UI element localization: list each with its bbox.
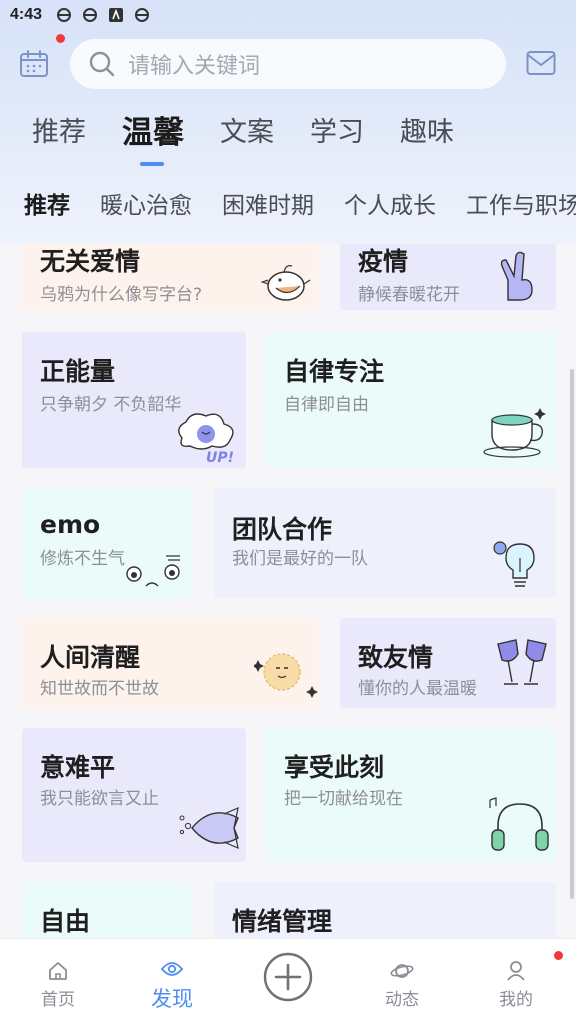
topic-card[interactable]: 自由 [22, 882, 192, 938]
subtab-growth[interactable]: 个人成长 [344, 188, 436, 224]
tab-study[interactable]: 学习 [310, 112, 364, 162]
main-tabs: 推荐 温馨 文案 学习 趣味 [32, 112, 490, 166]
card-subtitle: 静候春暖花开 [358, 285, 460, 305]
card-subtitle: 把一切献给现在 [284, 789, 403, 809]
card-title: 疫情 [358, 247, 409, 276]
card-subtitle: 乌鸦为什么像写字台? [40, 285, 203, 305]
card-title: 正能量 [40, 357, 116, 386]
fish-icon [179, 806, 239, 850]
teacup-icon [483, 408, 546, 458]
card-title: emo [40, 510, 101, 539]
topic-card[interactable]: 正能量 只争朝夕 不负韶华 UP! [22, 332, 246, 468]
search-placeholder: 请输入关键词 [128, 54, 261, 79]
tab-copywriting[interactable]: 文案 [220, 112, 274, 162]
notification-dot [56, 34, 65, 43]
browser-icon [82, 7, 98, 23]
lightbulb-icon [493, 541, 535, 587]
nav-feed[interactable]: 动态 [362, 939, 442, 1024]
tab-indicator [140, 162, 164, 166]
up-cloud-icon: UP! [178, 413, 234, 466]
subtab-healing[interactable]: 暖心治愈 [100, 188, 192, 224]
topic-card[interactable]: 意难平 我只能欲言又止 [22, 728, 246, 862]
sub-tabs: 推荐 暖心治愈 困难时期 个人成长 工作与职场 [24, 188, 576, 224]
topic-card[interactable]: 疫情 静候春暖花开 [340, 244, 556, 310]
svg-text:UP!: UP! [206, 450, 234, 466]
subtab-work[interactable]: 工作与职场 [466, 188, 576, 224]
scrollbar[interactable] [570, 369, 574, 899]
topic-card[interactable]: 享受此刻 把一切献给现在 [266, 728, 556, 862]
plus-circle-icon [263, 952, 313, 1002]
browser-icon [56, 7, 72, 23]
home-icon [49, 962, 67, 980]
app-icon [108, 7, 124, 23]
card-subtitle: 知世故而不世故 [40, 679, 159, 699]
card-title: 意难平 [40, 753, 116, 782]
calendar-button[interactable] [18, 48, 50, 80]
tab-warm[interactable]: 温馨 [122, 112, 184, 166]
card-subtitle: 自律即自由 [284, 395, 369, 415]
card-subtitle: 我们是最好的一队 [232, 549, 368, 569]
nav-label: 我的 [499, 990, 533, 1010]
card-title: 人间清醒 [40, 643, 141, 672]
topic-card[interactable]: 无关爱情 乌鸦为什么像写字台? [22, 244, 318, 310]
search-icon [89, 51, 115, 77]
planet-icon [390, 964, 414, 978]
card-title: 享受此刻 [284, 753, 385, 782]
user-icon [507, 961, 525, 981]
status-bar: 4:43 [0, 0, 576, 30]
topic-card[interactable]: emo 修炼不生气 [22, 488, 192, 598]
topic-card[interactable]: 人间清醒 知世故而不世故 [22, 618, 318, 708]
card-title: 无关爱情 [40, 247, 141, 276]
card-title: 自由 [40, 907, 91, 936]
create-post-button[interactable] [262, 951, 314, 1003]
subtab-hard-times[interactable]: 困难时期 [222, 188, 314, 224]
mail-icon [526, 51, 556, 75]
bird-icon [260, 265, 311, 301]
sun-face-icon [254, 653, 318, 698]
nav-label: 发现 [151, 987, 193, 1011]
nav-label: 首页 [41, 990, 75, 1010]
card-subtitle: 懂你的人最温暖 [358, 679, 477, 699]
calendar-icon [20, 50, 48, 77]
eye-icon [160, 962, 184, 976]
search-row: 请输入关键词 [0, 34, 576, 90]
top-header: 4:43 请输入关键词 推荐 温馨 文案 学习 趣味 推荐 暖心治愈 困难时期 … [0, 0, 576, 244]
browser-icon [134, 7, 150, 23]
topic-card[interactable]: 情绪管理 [214, 882, 556, 938]
card-subtitle: 修炼不生气 [40, 549, 125, 569]
card-title: 致友情 [358, 643, 434, 672]
bottom-nav: 首页 发现 动态 我的 [0, 938, 576, 1024]
card-title: 情绪管理 [232, 907, 333, 936]
message-button[interactable] [526, 50, 556, 76]
search-input[interactable]: 请输入关键词 [70, 39, 506, 89]
headphones-icon [489, 797, 549, 851]
topic-card[interactable]: 团队合作 我们是最好的一队 [214, 488, 556, 598]
wine-glasses-icon [497, 639, 547, 685]
nav-me[interactable]: 我的 [476, 939, 556, 1024]
subtab-recommend[interactable]: 推荐 [24, 188, 70, 224]
nav-home[interactable]: 首页 [18, 939, 98, 1024]
topic-card[interactable]: 致友情 懂你的人最温暖 [340, 618, 556, 708]
nav-label: 动态 [385, 990, 419, 1010]
tab-fun[interactable]: 趣味 [400, 112, 454, 162]
notification-dot [554, 951, 563, 960]
tab-recommend[interactable]: 推荐 [32, 112, 86, 162]
topic-feed[interactable]: 无关爱情 乌鸦为什么像写字台? 疫情 静候春暖花开 正能量 只争朝夕 不负韶华 … [0, 244, 576, 938]
card-subtitle: 我只能欲言又止 [40, 789, 159, 809]
status-time: 4:43 [10, 6, 43, 23]
topic-card[interactable]: 自律专注 自律即自由 [266, 332, 556, 468]
card-title: 团队合作 [232, 515, 333, 544]
nav-discover[interactable]: 发现 [132, 939, 212, 1024]
victory-hand-icon [500, 251, 533, 301]
card-subtitle: 只争朝夕 不负韶华 [40, 395, 182, 415]
sleepy-face-icon [126, 555, 180, 587]
card-title: 自律专注 [284, 357, 385, 386]
